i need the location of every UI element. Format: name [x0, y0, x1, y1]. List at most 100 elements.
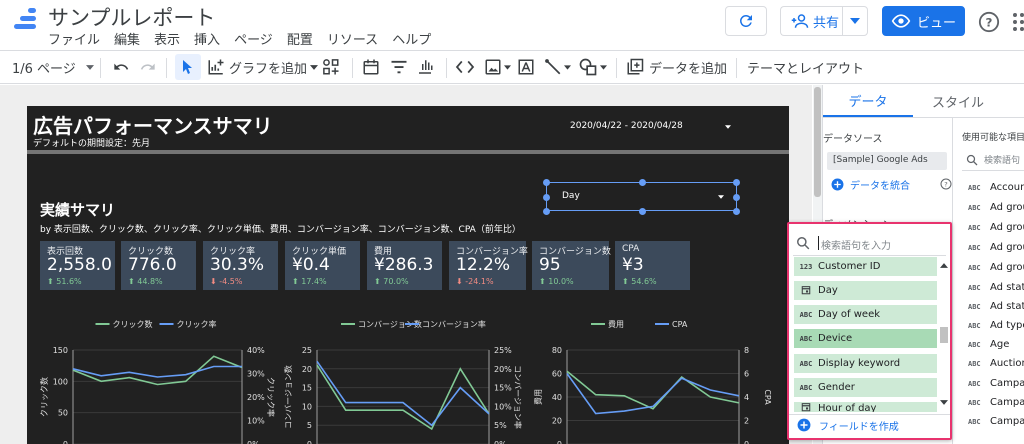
available-field[interactable]: ABC Campaign — [968, 378, 1024, 389]
selection-handle[interactable] — [543, 179, 550, 186]
section-description[interactable]: by 表示回数、クリック数、クリック率、クリック単価、費用、コンバージョン率、コ… — [40, 222, 521, 235]
tab-data[interactable]: データ — [823, 85, 913, 117]
date-range-control[interactable]: 2020/04/22 - 2020/04/28 — [562, 120, 742, 134]
y2-tick-label: 2 — [744, 417, 749, 426]
scorecard-conversions[interactable]: コンバージョン数 95 ⬆ 10.0% — [532, 241, 611, 290]
menu-file[interactable]: ファイル — [48, 33, 100, 48]
scorecard-clicks[interactable]: クリック数 776.0 ⬆ 44.8% — [121, 241, 196, 290]
available-field[interactable]: ABC Account — [968, 182, 1024, 193]
field-item[interactable]: ABC Gender — [794, 378, 937, 397]
available-field[interactable]: ABC Campaign — [968, 397, 1024, 408]
redo-icon[interactable] — [140, 59, 156, 75]
field-name: Day — [818, 285, 838, 296]
available-field[interactable]: ABC Ad state — [968, 282, 1024, 293]
apps-grid-icon[interactable] — [1012, 12, 1024, 32]
available-field[interactable]: ABC Ad group — [968, 202, 1024, 213]
report-page[interactable]: 広告パフォーマンスサマリ デフォルトの期間設定：先月 2020/04/22 - … — [27, 106, 789, 444]
scroll-up-icon[interactable] — [940, 263, 948, 268]
selection-handle[interactable] — [639, 208, 646, 215]
available-field[interactable]: ABC Ad group — [968, 242, 1024, 253]
shape-icon[interactable] — [578, 57, 598, 77]
toolbar-divider — [166, 58, 167, 78]
text-box-icon[interactable] — [517, 58, 535, 76]
datasource-chip[interactable]: [Sample] Google Ads — [827, 152, 947, 170]
available-field[interactable]: ABC Ad type — [968, 320, 1024, 331]
field-item[interactable]: ABC Display keyword — [794, 354, 937, 373]
data-studio-logo[interactable] — [14, 7, 38, 35]
selection-handle[interactable] — [733, 194, 740, 201]
selection-handle[interactable] — [543, 208, 550, 215]
image-icon[interactable] — [484, 58, 502, 76]
selection-handle[interactable] — [639, 179, 646, 186]
report-subheading[interactable]: デフォルトの期間設定：先月 — [33, 136, 150, 149]
calendar-icon — [794, 402, 818, 412]
scrollbar-thumb[interactable] — [940, 327, 948, 343]
add-chart-button[interactable]: グラフを追加 — [207, 51, 319, 83]
add-data-button[interactable]: データを追加 — [626, 51, 727, 83]
field-item[interactable]: ABC Day of week — [794, 305, 937, 324]
refresh-button[interactable] — [725, 6, 767, 36]
caret-down-icon[interactable] — [564, 65, 571, 70]
caret-down-icon — [310, 64, 319, 70]
undo-icon[interactable] — [113, 59, 129, 75]
scrollbar-thumb[interactable] — [814, 87, 821, 197]
line-icon[interactable] — [544, 58, 562, 76]
date-range-control-icon[interactable] — [362, 58, 380, 76]
scorecard-cost[interactable]: 費用 ¥286.3 ⬆ 70.0% — [367, 241, 442, 290]
blend-data-link[interactable]: データを統合 — [831, 176, 910, 192]
selection-handle[interactable] — [543, 194, 550, 201]
field-item-selected[interactable]: ABC Device — [794, 329, 937, 348]
selection-handle[interactable] — [733, 208, 740, 215]
menu-help[interactable]: ヘルプ — [392, 33, 431, 48]
available-field[interactable]: ABC Ad group — [968, 222, 1024, 233]
menu-edit[interactable]: 編集 — [114, 33, 140, 48]
tab-style[interactable]: スタイル — [913, 85, 1003, 117]
available-field[interactable]: ABC Ad status — [968, 301, 1024, 312]
url-embed-icon[interactable] — [455, 59, 475, 75]
scorecard-ctr[interactable]: クリック率 30.3% ⬇ -4.5% — [203, 241, 278, 290]
report-title[interactable]: サンプルレポート — [48, 2, 215, 32]
share-button[interactable]: 共有 — [780, 6, 842, 36]
line-chart-cost-cpa[interactable]: 80604020086420費用CPA4月22日4月24日4月26日4月28日費… — [27, 316, 789, 444]
select-tool-button[interactable] — [175, 54, 201, 80]
field-item[interactable]: Day — [794, 281, 937, 300]
available-field[interactable]: ABC Age — [968, 339, 1009, 350]
share-dropdown-button[interactable] — [842, 6, 868, 36]
help-icon[interactable]: ? — [940, 178, 952, 190]
menu-resource[interactable]: リソース — [327, 33, 378, 48]
filter-control-icon[interactable] — [390, 59, 408, 75]
page-selector[interactable]: 1/6 ページ — [12, 51, 94, 83]
caret-down-icon[interactable] — [504, 65, 511, 70]
menu-view[interactable]: 表示 — [154, 33, 180, 48]
editor-toolbar: 1/6 ページ グラフを追加 データを追加 テーマとレイアウト — [0, 50, 1024, 84]
field-item[interactable]: 123 Customer ID — [794, 257, 937, 276]
section-title[interactable]: 実績サマリ — [40, 199, 115, 220]
field-item[interactable]: Hour of day — [794, 402, 937, 412]
help-icon[interactable]: ? — [978, 11, 1000, 33]
available-field[interactable]: ABC Auction — [968, 358, 1024, 369]
field-search[interactable]: 検索語句を入力 — [793, 230, 946, 256]
scorecard-value: 30.3% — [210, 255, 265, 275]
community-visualization-icon[interactable] — [322, 58, 340, 76]
scorecard-impressions[interactable]: 表示回数 2,558.0 ⬆ 51.6% — [40, 241, 115, 290]
theme-layout-button[interactable]: テーマとレイアウト — [747, 51, 864, 83]
scorecard-cpc[interactable]: クリック単価 ¥0.4 ⬆ 17.4% — [285, 241, 360, 290]
menu-page[interactable]: ページ — [234, 33, 273, 48]
available-fields-search[interactable]: 検索語句 — [962, 149, 1024, 171]
create-field-button[interactable]: フィールドを作成 — [797, 417, 899, 433]
available-field[interactable]: ABC Ad group — [968, 262, 1024, 273]
menu-insert[interactable]: 挿入 — [194, 33, 220, 48]
page-indicator: 1/6 ページ — [12, 61, 76, 77]
data-control-icon[interactable] — [416, 58, 434, 76]
selection-handle[interactable] — [733, 179, 740, 186]
scroll-down-icon[interactable] — [940, 400, 948, 405]
scorecard-cpa[interactable]: CPA ¥3 ⬆ 54.6% — [615, 241, 690, 290]
report-heading[interactable]: 広告パフォーマンスサマリ — [33, 110, 273, 139]
field-list-scrollbar[interactable] — [939, 257, 949, 412]
dimension-control[interactable]: Day — [543, 179, 740, 215]
caret-down-icon[interactable] — [600, 65, 607, 70]
view-button[interactable]: ビュー — [882, 6, 965, 36]
menu-arrange[interactable]: 配置 — [287, 33, 313, 48]
scorecard-conversion-rate[interactable]: コンバージョン率 12.2% ⬇ -24.1% — [449, 241, 528, 290]
available-field[interactable]: ABC Campaign — [968, 416, 1024, 427]
